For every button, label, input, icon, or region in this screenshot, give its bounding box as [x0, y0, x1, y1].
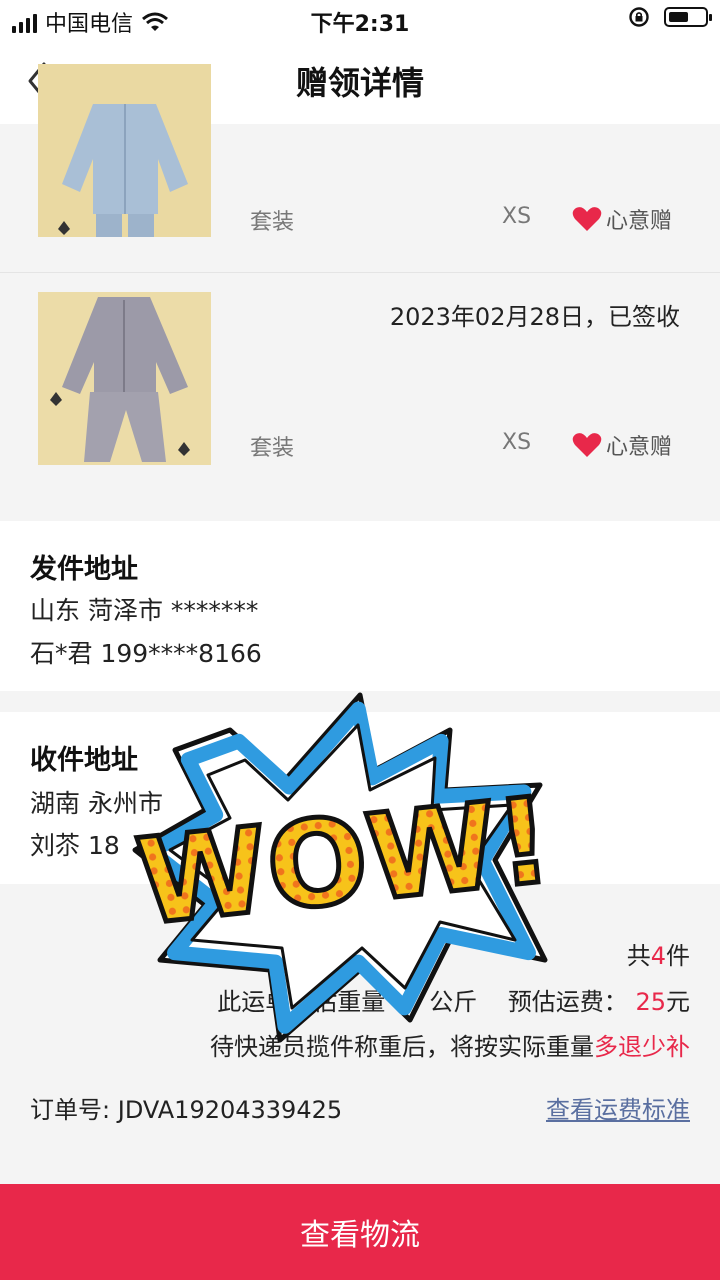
status-bar: 中国电信 下午2:31: [0, 0, 720, 40]
fee-unit: 元: [666, 988, 690, 1016]
product-image-2[interactable]: [38, 292, 211, 465]
rotation-lock-icon: [629, 7, 649, 27]
product-category: 套装: [250, 436, 295, 461]
wow-sticker: WOW!: [128, 692, 560, 1043]
count-value: 4: [650, 942, 666, 970]
sender-address-section: 发件地址 山东 菏泽市 ******* 石*君 199****8166: [0, 521, 720, 691]
count-prefix: 共: [626, 942, 651, 970]
product-item-2[interactable]: 2023年02月28日，已签收 套装 XS 心意赠: [0, 273, 720, 520]
sender-contact: 石*君 199****8166: [30, 639, 262, 668]
delivery-status: 2023年02月28日，已签收: [389, 303, 680, 331]
sender-title: 发件地址: [30, 554, 138, 585]
battery-icon: [664, 7, 712, 27]
product-image-1[interactable]: [38, 64, 211, 237]
clothing-photo-1: [38, 64, 211, 237]
receiver-contact: 刘苶 18: [30, 831, 120, 860]
clothing-photo-2: [38, 292, 211, 465]
order-label: 订单号:: [30, 1096, 111, 1124]
view-logistics-button[interactable]: 查看物流: [0, 1184, 720, 1280]
gift-tag-label: 心意赠: [606, 209, 673, 234]
order-number-line: 订单号: JDVA19204339425: [30, 1090, 342, 1125]
gift-tag: 心意赠: [572, 429, 672, 461]
heart-icon: [572, 207, 602, 231]
product-item-1[interactable]: 套装 XS 心意赠: [0, 64, 720, 273]
battery-level: [669, 12, 688, 22]
status-right: [628, 6, 712, 28]
shipping-rate-link[interactable]: 查看运费标准: [546, 1090, 690, 1125]
heart-icon: [572, 433, 602, 457]
note-highlight: 多退少补: [594, 1033, 690, 1061]
product-size: XS: [502, 430, 532, 455]
item-count: 共4件: [627, 936, 690, 971]
sender-region: 山东 菏泽市 *******: [30, 596, 259, 625]
product-size: XS: [502, 204, 532, 229]
status-time: 下午2:31: [310, 12, 410, 37]
order-number: JDVA19204339425: [117, 1096, 343, 1124]
gift-tag: 心意赠: [572, 203, 672, 235]
gift-tag-label: 心意赠: [606, 435, 673, 460]
product-category: 套装: [250, 210, 295, 235]
count-suffix: 件: [666, 942, 690, 970]
fee-value: 25: [635, 988, 666, 1016]
